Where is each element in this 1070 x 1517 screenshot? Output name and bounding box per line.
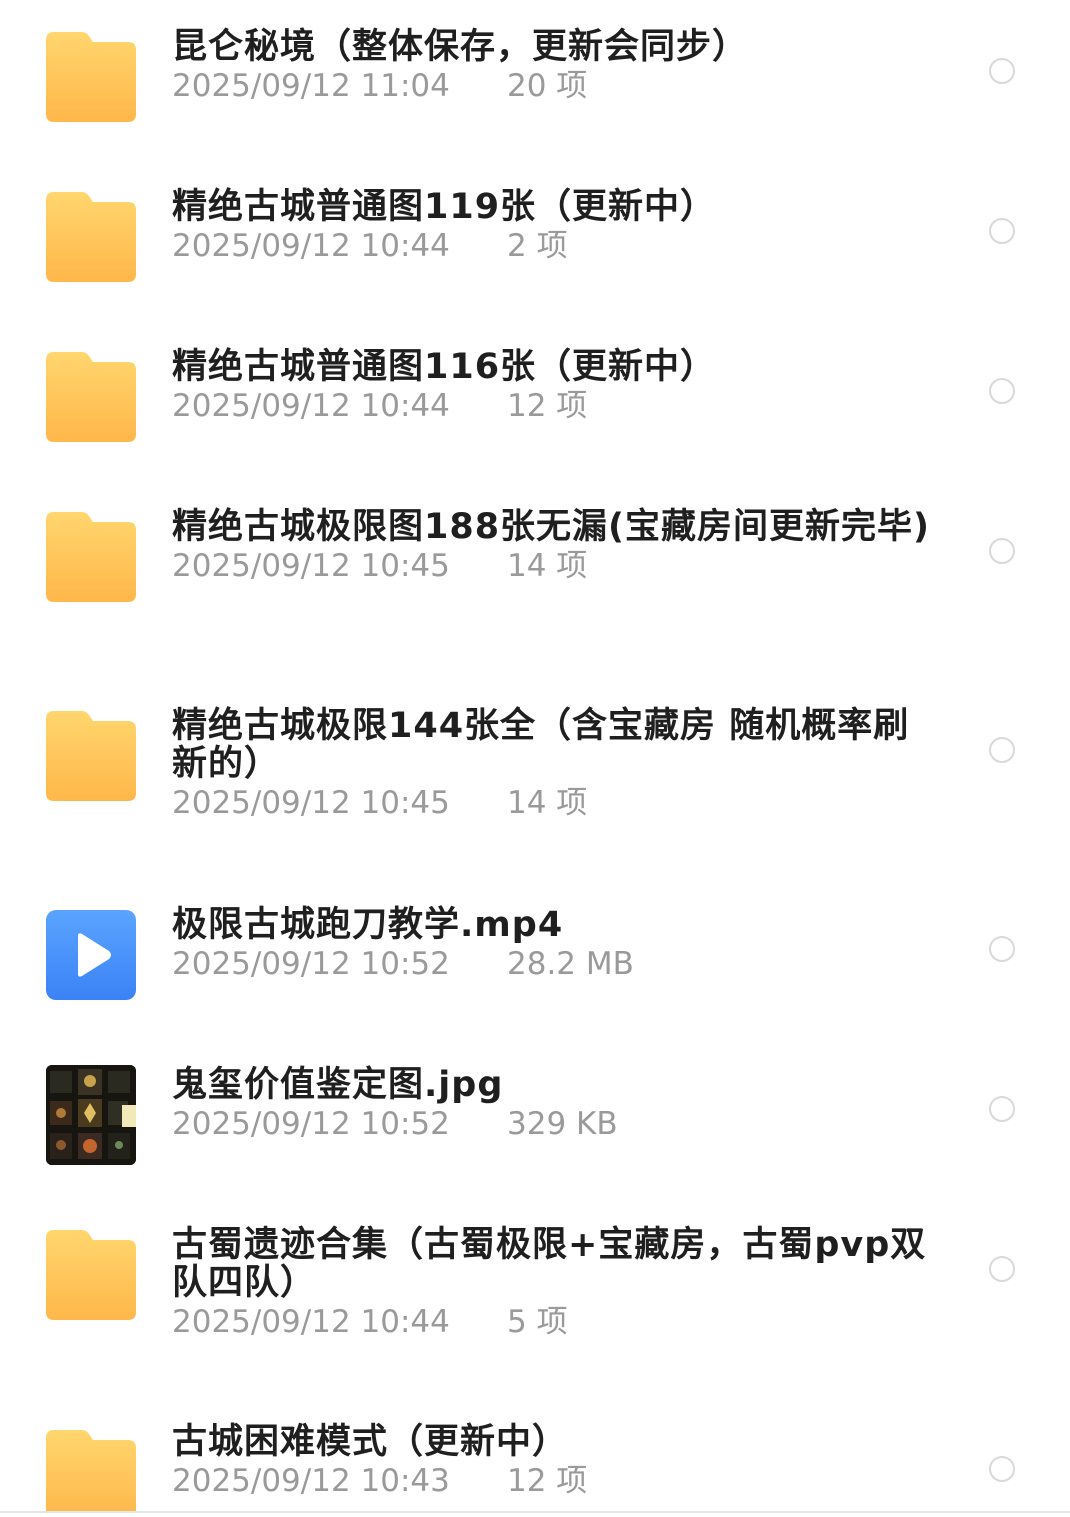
list-item[interactable]: 古蜀遗迹合集（古蜀极限+宝藏房，古蜀pvp双队四队） 2025/09/12 10… [0, 1198, 1070, 1388]
item-name: 极限古城跑刀教学.mp4 [172, 905, 564, 945]
list-item[interactable]: 精绝古城普通图116张（更新中） 2025/09/12 10:44 12 项 [0, 320, 1070, 470]
item-name: 精绝古城极限图188张无漏(宝藏房间更新完毕) [172, 507, 931, 547]
folder-icon [46, 711, 136, 801]
item-date: 2025/09/12 10:44 [172, 1304, 450, 1340]
select-radio[interactable] [989, 58, 1015, 84]
folder-icon [46, 1230, 136, 1320]
item-date: 2025/09/12 11:04 [172, 68, 450, 104]
item-date: 2025/09/12 10:45 [172, 548, 450, 584]
folder-icon [46, 192, 136, 282]
folder-icon [46, 512, 136, 602]
item-size: 28.2 MB [507, 946, 634, 982]
folder-icon [46, 32, 136, 122]
list-item[interactable]: 古城困难模式（更新中） 2025/09/12 10:43 12 项 [0, 1398, 1070, 1511]
list-item[interactable]: 鬼玺价值鉴定图.jpg 2025/09/12 10:52 329 KB [0, 1038, 1070, 1188]
item-size: 329 KB [507, 1106, 618, 1142]
select-radio[interactable] [989, 737, 1015, 763]
select-radio[interactable] [989, 538, 1015, 564]
item-date: 2025/09/12 10:52 [172, 1106, 450, 1142]
select-radio[interactable] [989, 1096, 1015, 1122]
bottom-divider [0, 1511, 1070, 1513]
item-size: 2 项 [507, 228, 568, 264]
folder-icon [46, 1430, 136, 1511]
item-name: 鬼玺价值鉴定图.jpg [172, 1065, 504, 1105]
select-radio[interactable] [989, 1456, 1015, 1482]
item-size: 14 项 [507, 548, 588, 584]
select-radio[interactable] [989, 218, 1015, 244]
item-name: 精绝古城极限144张全（含宝藏房 随机概率刷新的） [172, 706, 910, 784]
item-name: 昆仑秘境（整体保存，更新会同步） [172, 27, 749, 67]
select-radio[interactable] [989, 936, 1015, 962]
item-size: 12 项 [507, 388, 588, 424]
item-date: 2025/09/12 10:45 [172, 785, 450, 821]
item-name: 精绝古城普通图119张（更新中） [172, 187, 717, 227]
item-name: 精绝古城普通图116张（更新中） [172, 347, 717, 387]
item-size: 12 项 [507, 1463, 588, 1499]
image-thumbnail [46, 1065, 136, 1165]
video-play-icon [46, 910, 136, 1000]
item-name: 古城困难模式（更新中） [172, 1422, 569, 1462]
list-item[interactable]: 精绝古城极限144张全（含宝藏房 随机概率刷新的） 2025/09/12 10:… [0, 679, 1070, 869]
item-date: 2025/09/12 10:52 [172, 946, 450, 982]
item-size: 20 项 [507, 68, 588, 104]
item-date: 2025/09/12 10:44 [172, 388, 450, 424]
item-name: 古蜀遗迹合集（古蜀极限+宝藏房，古蜀pvp双队四队） [172, 1225, 927, 1303]
select-radio[interactable] [989, 378, 1015, 404]
list-item[interactable]: 极限古城跑刀教学.mp4 2025/09/12 10:52 28.2 MB [0, 878, 1070, 1028]
file-list: 昆仑秘境（整体保存，更新会同步） 2025/09/12 11:04 20 项 精绝… [0, 0, 1070, 1511]
list-item[interactable]: 精绝古城极限图188张无漏(宝藏房间更新完毕) 2025/09/12 10:45… [0, 480, 1070, 670]
item-size: 5 项 [507, 1304, 568, 1340]
item-date: 2025/09/12 10:44 [172, 228, 450, 264]
folder-icon [46, 352, 136, 442]
item-size: 14 项 [507, 785, 588, 821]
item-date: 2025/09/12 10:43 [172, 1463, 450, 1499]
list-item[interactable]: 昆仑秘境（整体保存，更新会同步） 2025/09/12 11:04 20 项 [0, 0, 1070, 150]
select-radio[interactable] [989, 1256, 1015, 1282]
list-item[interactable]: 精绝古城普通图119张（更新中） 2025/09/12 10:44 2 项 [0, 160, 1070, 310]
